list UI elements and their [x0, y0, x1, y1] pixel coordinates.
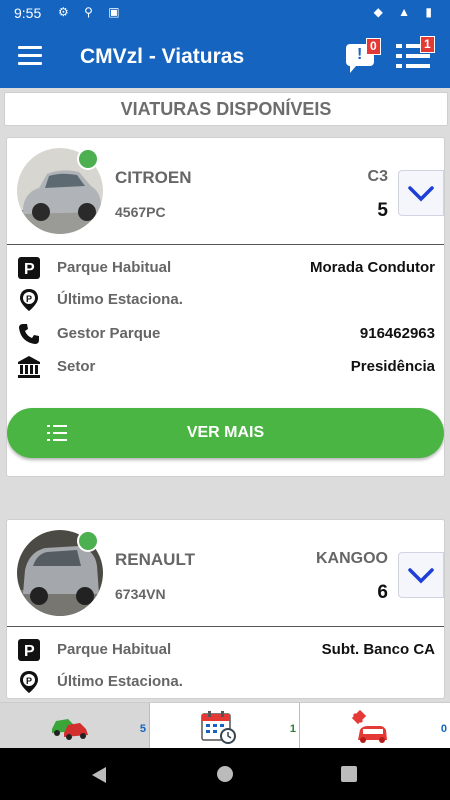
menu-icon[interactable]	[18, 46, 42, 66]
svg-text:P: P	[24, 643, 35, 660]
vehicle-number: 6	[377, 582, 388, 603]
expand-button[interactable]	[398, 552, 444, 598]
tab-schedule[interactable]: 1	[150, 703, 300, 749]
car-repair-icon	[351, 710, 387, 743]
bottom-tabs: 5 1 0	[0, 702, 450, 749]
institution-icon	[18, 356, 40, 378]
tab-repairs[interactable]: 0	[300, 703, 450, 749]
parking-icon: P	[18, 639, 40, 661]
detail-row: P Último Estaciona.	[17, 668, 435, 696]
vehicle-number: 5	[377, 200, 388, 221]
status-bar: 9:55 ⚙ ⚲ ▣ ◆ ▲ ▮	[0, 0, 450, 26]
cars-icon	[52, 719, 88, 740]
app-bar: CMVzl - Viaturas ! 0 1	[0, 26, 450, 88]
parking-location-icon: P	[20, 289, 38, 311]
tab-count: 0	[440, 723, 447, 735]
list-button[interactable]: 1	[396, 36, 435, 70]
vehicle-plate: 6734VN	[115, 586, 166, 602]
vehicle-brand: CITROEN	[115, 168, 192, 187]
detail-label: Último Estaciona.	[57, 673, 183, 690]
divider	[7, 244, 444, 245]
detail-value: Morada Condutor	[310, 259, 435, 276]
vehicle-model: KANGOO	[316, 550, 388, 567]
back-icon[interactable]	[90, 766, 108, 784]
system-nav-bar	[0, 748, 450, 800]
chevron-down-icon	[408, 568, 434, 584]
expand-button[interactable]	[398, 170, 444, 216]
divider	[7, 626, 444, 627]
numbered-list-icon	[47, 425, 67, 441]
svg-text:P: P	[24, 261, 35, 278]
parking-icon: P	[18, 257, 40, 279]
ver-mais-label: VER MAIS	[186, 424, 265, 441]
phone-icon	[19, 324, 39, 344]
status-icons-left: ⚙ ⚲ ▣	[58, 5, 126, 19]
ver-mais-button[interactable]: VER MAIS	[7, 408, 444, 458]
vehicle-card: RENAULT 6734VN KANGOO 6 P Parque Habitua…	[6, 519, 445, 699]
detail-row: P Parque Habitual Morada Condutor	[17, 254, 435, 282]
vehicle-plate: 4567PC	[115, 204, 166, 220]
online-status-dot	[77, 530, 99, 552]
detail-label: Gestor Parque	[57, 325, 161, 342]
chevron-down-icon	[408, 186, 434, 202]
detail-value: Subt. Banco CA	[321, 641, 435, 658]
tab-count: 5	[139, 723, 146, 735]
parking-location-icon: P	[20, 671, 38, 693]
detail-row: Setor Presidência	[17, 353, 435, 381]
status-icons-right: ◆ ▲ ▮	[373, 5, 438, 19]
detail-row: P Parque Habitual Subt. Banco CA	[17, 636, 435, 664]
online-status-dot	[77, 148, 99, 170]
section-header: VIATURAS DISPONÍVEIS	[4, 92, 448, 126]
tab-vehicles[interactable]: 5	[0, 703, 150, 749]
app-title: CMVzl - Viaturas	[80, 45, 245, 68]
svg-text:P: P	[26, 294, 32, 304]
status-time: 9:55	[14, 5, 42, 21]
svg-text:P: P	[26, 676, 32, 686]
detail-row: Gestor Parque 916462963	[17, 320, 435, 348]
tab-count: 1	[289, 723, 296, 735]
calendar-clock-icon	[201, 711, 236, 744]
notifications-button[interactable]: ! 0	[344, 38, 381, 73]
home-icon[interactable]	[216, 765, 234, 783]
detail-label: Parque Habitual	[57, 259, 172, 276]
detail-value: 916462963	[359, 325, 435, 342]
vehicle-card: CITROEN 4567PC C3 5 P Parque Habitual Mo…	[6, 137, 445, 477]
list-badge: 1	[420, 36, 435, 53]
recents-icon[interactable]	[341, 766, 357, 782]
notifications-badge: 0	[366, 38, 381, 55]
detail-row: P Último Estaciona.	[17, 286, 435, 314]
detail-label: Último Estaciona.	[57, 291, 183, 308]
detail-label: Setor	[57, 358, 96, 375]
vehicle-brand: RENAULT	[115, 550, 195, 569]
detail-value: Presidência	[350, 358, 435, 375]
detail-label: Parque Habitual	[57, 641, 172, 658]
vehicle-model: C3	[367, 168, 388, 185]
